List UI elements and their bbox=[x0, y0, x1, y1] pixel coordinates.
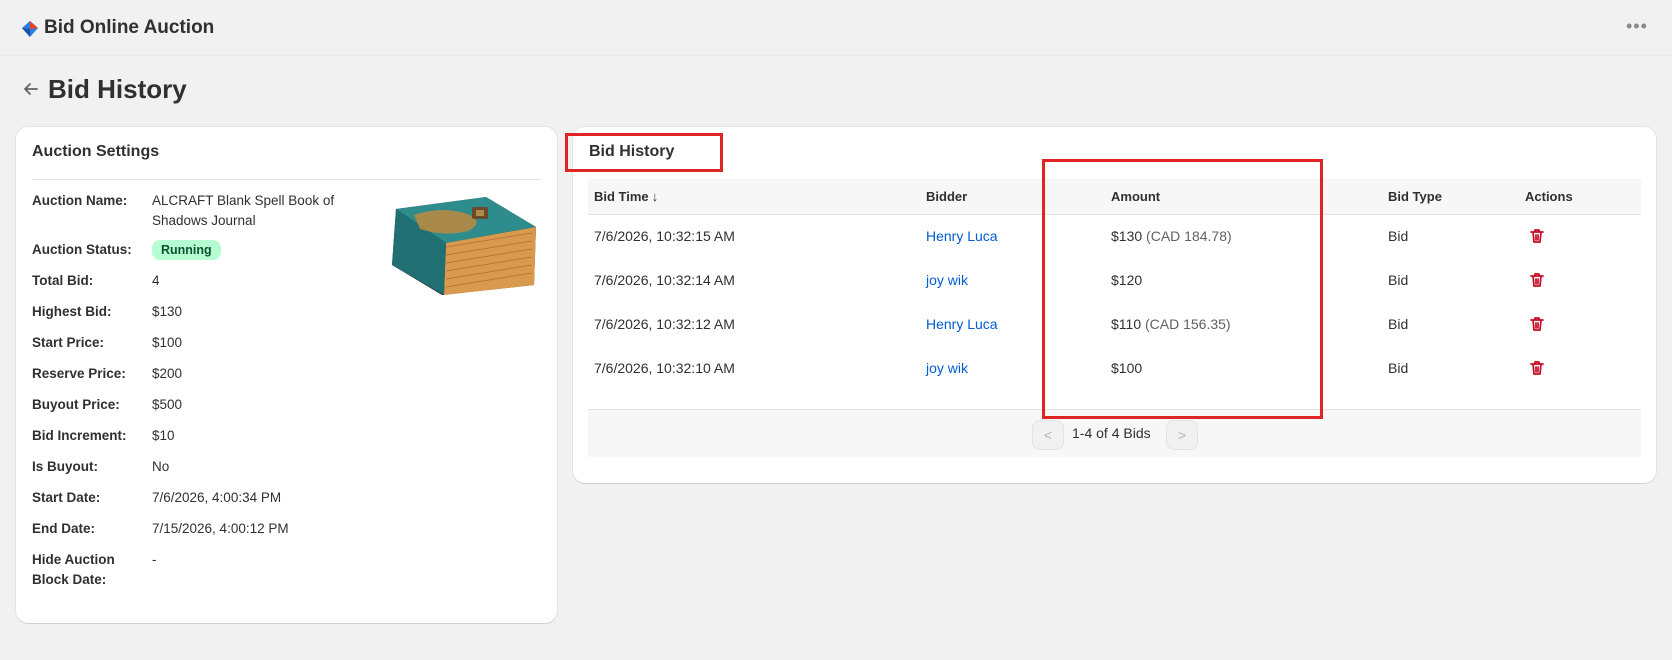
field-label: Auction Name: bbox=[32, 193, 128, 208]
field-label: Start Price: bbox=[32, 335, 105, 350]
bid-type-cell: Bid bbox=[1388, 228, 1409, 244]
field-auction-name: Auction Name: ALCRAFT Blank Spell Book o… bbox=[32, 191, 372, 231]
reserve-price-value: $200 bbox=[152, 366, 183, 381]
previous-page-button[interactable]: < bbox=[1032, 420, 1064, 450]
next-page-button[interactable]: > bbox=[1166, 420, 1198, 450]
field-label: End Date: bbox=[32, 521, 96, 536]
field-highest-bid: Highest Bid: $130 bbox=[32, 302, 372, 322]
bid-history-heading: Bid History bbox=[589, 143, 675, 160]
divider bbox=[32, 179, 541, 180]
bid-time-cell: 7/6/2026, 10:32:12 AM bbox=[594, 316, 735, 332]
delete-trash-icon[interactable] bbox=[1528, 227, 1546, 245]
settings-heading: Auction Settings bbox=[32, 143, 160, 160]
column-header-bid-time[interactable]: Bid Time ↓ bbox=[594, 189, 658, 204]
field-label: Auction Status: bbox=[32, 242, 132, 257]
auction-settings-card: Auction Settings Auction Name: ALCRAFT B… bbox=[16, 127, 557, 623]
app-logo-icon bbox=[22, 21, 38, 37]
table-row: 7/6/2026, 10:32:12 AM Henry Luca $110 (C… bbox=[588, 303, 1641, 347]
amount-value: $100 bbox=[1111, 360, 1143, 376]
more-actions-button[interactable]: ••• bbox=[1626, 16, 1648, 37]
app-title: Bid Online Auction bbox=[44, 17, 215, 38]
delete-trash-icon[interactable] bbox=[1528, 315, 1546, 333]
field-start-price: Start Price: $100 bbox=[32, 333, 372, 353]
field-reserve-price: Reserve Price: $200 bbox=[32, 364, 372, 384]
amount-cell: $120 bbox=[1111, 272, 1142, 288]
table-header: Bid Time ↓ Bidder Amount Bid Type Actions bbox=[588, 179, 1641, 215]
bid-time-cell: 7/6/2026, 10:32:15 AM bbox=[594, 228, 735, 244]
field-is-buyout: Is Buyout: No bbox=[32, 457, 372, 477]
product-image bbox=[392, 197, 536, 295]
field-hide-auction-block-date: Hide Auction Block Date: - bbox=[32, 550, 372, 590]
amount-cell: $110 (CAD 156.35) bbox=[1111, 316, 1231, 332]
amount-cell: $130 (CAD 184.78) bbox=[1111, 228, 1232, 244]
bid-type-cell: Bid bbox=[1388, 272, 1409, 288]
bidder-link[interactable]: joy wik bbox=[926, 272, 968, 288]
delete-trash-icon[interactable] bbox=[1528, 359, 1546, 377]
back-arrow-icon[interactable] bbox=[22, 80, 40, 98]
table-row: 7/6/2026, 10:32:10 AM joy wik $100 Bid bbox=[588, 347, 1641, 391]
is-buyout-value: No bbox=[152, 459, 170, 474]
bid-time-cell: 7/6/2026, 10:32:14 AM bbox=[594, 272, 735, 288]
bid-type-cell: Bid bbox=[1388, 360, 1409, 376]
pagination-info: 1-4 of 4 Bids bbox=[1072, 425, 1151, 441]
total-bid-value: 4 bbox=[152, 273, 160, 288]
hide-block-date-value: - bbox=[152, 552, 157, 567]
bid-increment-value: $10 bbox=[152, 428, 175, 443]
field-auction-status: Auction Status: Running bbox=[32, 240, 372, 264]
bidder-link[interactable]: Henry Luca bbox=[926, 228, 998, 244]
field-total-bid: Total Bid: 4 bbox=[32, 271, 372, 291]
auction-name-value: ALCRAFT Blank Spell Book of Shadows Jour… bbox=[152, 193, 335, 228]
field-bid-increment: Bid Increment: $10 bbox=[32, 426, 372, 446]
table-row: 7/6/2026, 10:32:15 AM Henry Luca $130 (C… bbox=[588, 215, 1641, 259]
status-value-wrap: Running bbox=[152, 240, 362, 260]
amount-value: $110 bbox=[1111, 316, 1142, 332]
start-date-value: 7/6/2026, 4:00:34 PM bbox=[152, 490, 282, 505]
table-row: 7/6/2026, 10:32:14 AM joy wik $120 Bid bbox=[588, 259, 1641, 303]
buyout-price-value: $500 bbox=[152, 397, 183, 412]
pagination-bar: < 1-4 of 4 Bids > bbox=[588, 409, 1641, 457]
field-label: Buyout Price: bbox=[32, 397, 120, 412]
field-buyout-price: Buyout Price: $500 bbox=[32, 395, 372, 415]
bidder-link[interactable]: joy wik bbox=[926, 360, 968, 376]
amount-value: $130 bbox=[1111, 228, 1143, 244]
start-price-value: $100 bbox=[152, 335, 183, 350]
end-date-value: 7/15/2026, 4:00:12 PM bbox=[152, 521, 289, 536]
column-label: Bid Time bbox=[594, 189, 649, 204]
field-start-date: Start Date: 7/6/2026, 4:00:34 PM bbox=[32, 488, 372, 508]
column-header-bidder: Bidder bbox=[926, 189, 968, 204]
field-label: Reserve Price: bbox=[32, 366, 126, 381]
bid-time-cell: 7/6/2026, 10:32:10 AM bbox=[594, 360, 735, 376]
field-label: Total Bid: bbox=[32, 273, 94, 288]
field-end-date: End Date: 7/15/2026, 4:00:12 PM bbox=[32, 519, 372, 539]
amount-cell: $100 bbox=[1111, 360, 1142, 376]
column-header-amount: Amount bbox=[1111, 189, 1161, 204]
page-title: Bid History bbox=[48, 74, 187, 104]
field-label: Is Buyout: bbox=[32, 459, 98, 474]
delete-trash-icon[interactable] bbox=[1528, 271, 1546, 289]
field-label: Highest Bid: bbox=[32, 304, 112, 319]
field-label: Start Date: bbox=[32, 490, 101, 505]
bid-type-cell: Bid bbox=[1388, 316, 1409, 332]
cad-amount: (CAD 156.35) bbox=[1145, 316, 1231, 332]
cad-amount: (CAD 184.78) bbox=[1146, 228, 1232, 244]
field-label: Hide Auction Block Date: bbox=[32, 552, 115, 587]
field-label: Bid Increment: bbox=[32, 428, 127, 443]
highest-bid-value: $130 bbox=[152, 304, 183, 319]
sort-arrow-icon: ↓ bbox=[651, 189, 659, 204]
bidder-link[interactable]: Henry Luca bbox=[926, 316, 998, 332]
column-header-bid-type: Bid Type bbox=[1388, 189, 1442, 204]
bid-history-card: Bid History Bid Time ↓ Bidder Amount Bid … bbox=[573, 127, 1656, 483]
column-header-actions: Actions bbox=[1525, 189, 1573, 204]
top-bar: Bid Online Auction ••• bbox=[0, 0, 1672, 56]
amount-value: $120 bbox=[1111, 272, 1143, 288]
status-badge: Running bbox=[152, 240, 221, 260]
